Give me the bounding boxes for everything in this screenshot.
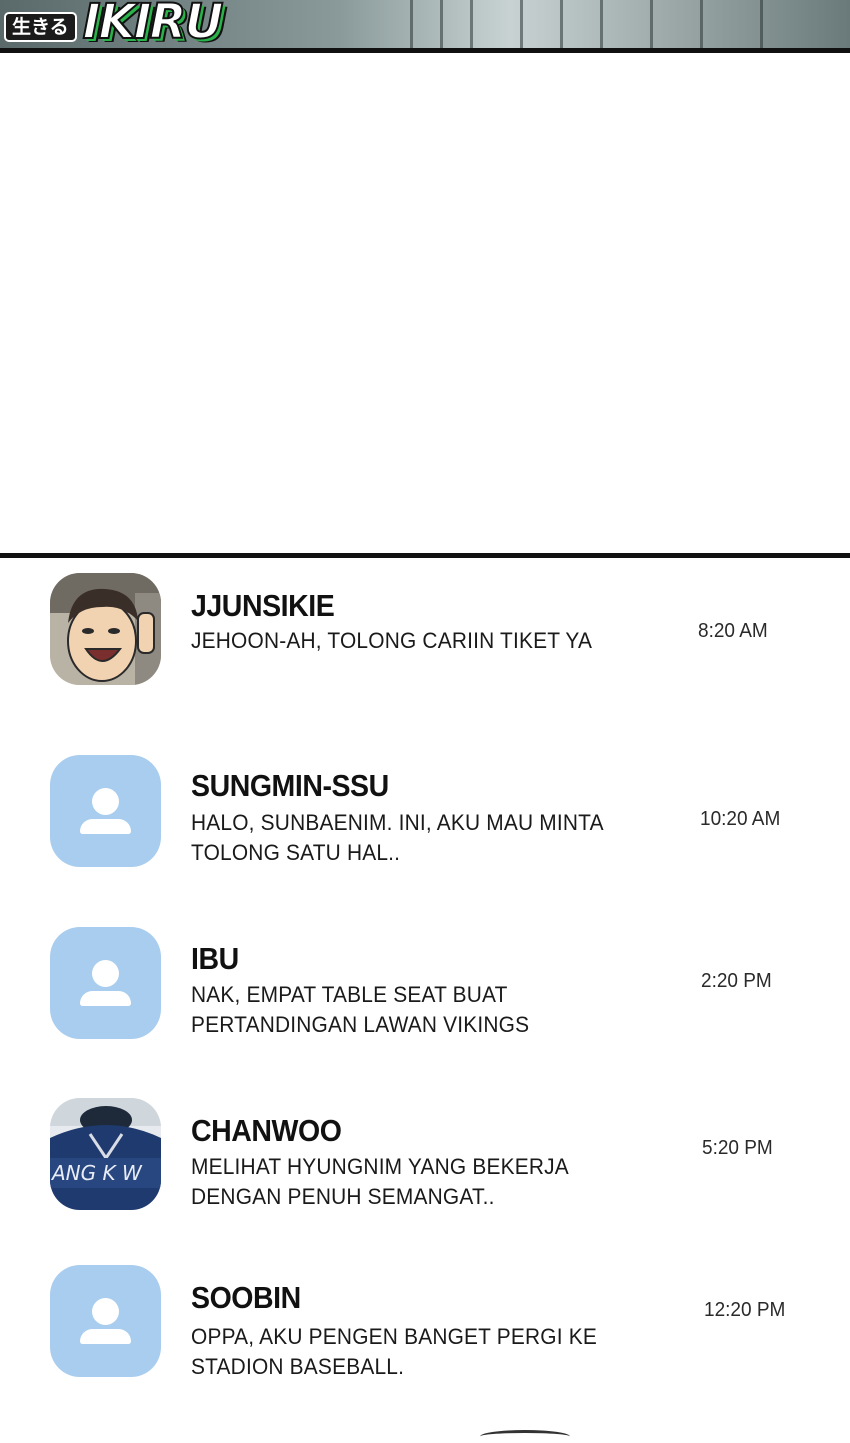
- next-panel-edge: [480, 1430, 570, 1443]
- message-line: STADION BASEBALL.: [191, 1354, 405, 1379]
- message-time: 12:20 PM: [704, 1299, 786, 1321]
- user-icon-body: [80, 1329, 131, 1344]
- panel-divider: [0, 553, 850, 558]
- logo: 生きる IKIRU: [4, 0, 225, 52]
- jersey-text: ANG K W: [50, 1161, 143, 1185]
- contact-name: JJUNSIKIE: [191, 588, 335, 623]
- avatar: [50, 755, 161, 867]
- message-line: PERTANDINGAN LAWAN VIKINGS: [191, 1012, 530, 1037]
- avatar: [50, 927, 161, 1039]
- message-preview: HALO, SUNBAENIM. INI, AKU MAU MINTA TOLO…: [191, 808, 604, 868]
- user-icon: [92, 960, 119, 987]
- jersey-photo-icon: ANG K W: [50, 1098, 161, 1210]
- message-preview: OPPA, AKU PENGEN BANGET PERGI KE STADION…: [191, 1322, 597, 1382]
- avatar: ANG K W: [50, 1098, 161, 1210]
- message-line: OPPA, AKU PENGEN BANGET PERGI KE: [191, 1324, 598, 1349]
- message-preview: JEHOON-AH, TOLONG CARIIN TIKET YA: [191, 626, 592, 656]
- message-time: 8:20 AM: [698, 620, 768, 642]
- avatar: [50, 1265, 161, 1377]
- avatar: [50, 573, 161, 685]
- message-preview: NAK, EMPAT TABLE SEAT BUAT PERTANDINGAN …: [191, 980, 529, 1040]
- message-line: TOLONG SATU HAL..: [191, 840, 401, 865]
- message-time: 5:20 PM: [702, 1137, 773, 1159]
- message-line: DENGAN PENUH SEMANGAT..: [191, 1184, 495, 1209]
- message-line: HALO, SUNBAENIM. INI, AKU MAU MINTA: [191, 810, 604, 835]
- contact-name: CHANWOO: [191, 1113, 342, 1148]
- message-preview: MELIHAT HYUNGNIM YANG BEKERJA DENGAN PEN…: [191, 1152, 569, 1212]
- user-icon-body: [80, 819, 131, 834]
- logo-badge: 生きる: [4, 12, 77, 42]
- user-icon-body: [80, 991, 131, 1006]
- message-time: 2:20 PM: [701, 970, 772, 992]
- logo-wordmark: IKIRU: [82, 0, 225, 50]
- contact-name: SUNGMIN-SSU: [191, 768, 389, 803]
- contact-name: SOOBIN: [191, 1280, 301, 1315]
- contact-name: IBU: [191, 941, 239, 976]
- message-line: MELIHAT HYUNGNIM YANG BEKERJA: [191, 1154, 569, 1179]
- user-icon: [92, 1298, 119, 1325]
- user-icon: [92, 788, 119, 815]
- boy-portrait-icon: [50, 573, 161, 685]
- message-line: JEHOON-AH, TOLONG CARIIN TIKET YA: [191, 628, 593, 653]
- message-time: 10:20 AM: [700, 808, 781, 830]
- message-line: NAK, EMPAT TABLE SEAT BUAT: [191, 982, 508, 1007]
